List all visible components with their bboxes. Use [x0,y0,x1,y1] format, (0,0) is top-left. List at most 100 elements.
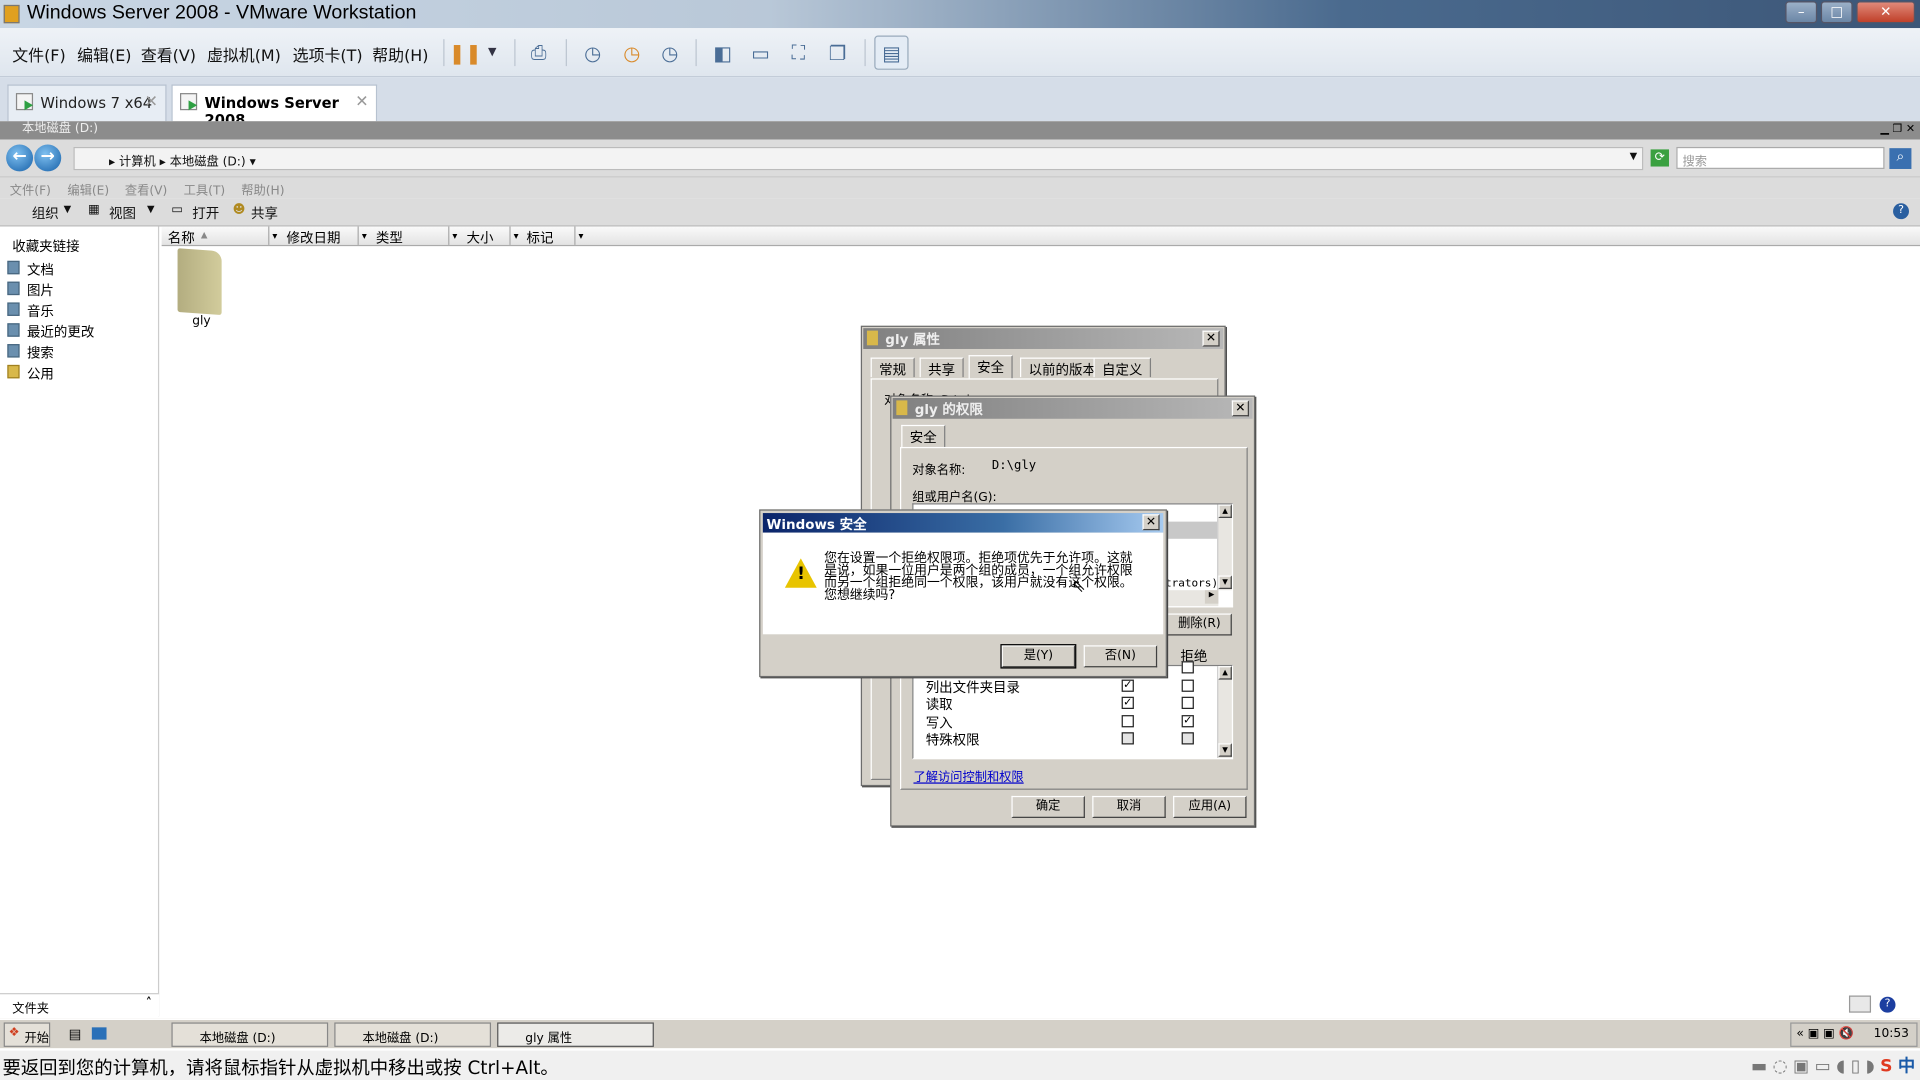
send-ctrl-alt-del-icon[interactable]: ⎙ [524,38,553,67]
menu-tabs[interactable]: 选项卡(T) [293,43,363,66]
system-tray: « ▣ ▣ 🔇 10:53 [1790,1022,1918,1047]
open-button[interactable]: 打开 [192,203,219,223]
allow-checkbox[interactable]: ✓ [1121,696,1134,709]
group-item-administrators[interactable]: strators) [1158,578,1218,590]
deny-checkbox[interactable] [1181,661,1194,674]
dropdown-icon[interactable]: ▼ [478,38,507,67]
snapshot-revert-icon[interactable]: ◷ [617,38,646,67]
address-bar[interactable]: ▸ 计算机 ▸ 本地磁盘 (D:) ▾ ▼ [73,146,1644,171]
col-modified[interactable]: 修改日期 [287,228,341,248]
close-button[interactable]: ✕ [1142,514,1160,531]
deny-checkbox[interactable]: ✓ [1181,714,1194,727]
tab-security[interactable]: 安全 [901,424,946,449]
start-button[interactable]: 开始 ❖ [3,1022,51,1047]
taskbar-button-gly-properties[interactable]: gly 属性 [497,1022,654,1047]
snapshot-manager-icon[interactable]: ◷ [655,38,684,67]
menu-file[interactable]: 文件(F) [12,43,65,66]
menu-view[interactable]: 查看(V) [141,43,196,66]
close-tab-icon[interactable]: ✕ [145,93,158,111]
view-sidebar-icon[interactable]: ◧ [708,38,737,67]
sidebar-item-music[interactable]: 音乐 [7,301,54,321]
help-icon[interactable]: ? [1879,996,1896,1013]
tab-security[interactable]: 安全 [968,355,1013,379]
tab-label: Windows 7 x64 [40,94,153,112]
folder-label[interactable]: gly [192,315,210,328]
deny-checkbox[interactable] [1181,732,1194,745]
close-button[interactable]: ✕ [1231,400,1249,417]
back-button[interactable]: ← [6,144,34,172]
pause-icon[interactable]: ❚❚ [449,38,482,67]
menu-help[interactable]: 帮助(H) [372,43,428,66]
view-console-icon[interactable]: ▭ [746,38,775,67]
vmware-window: Windows Server 2008 - VMware Workstation… [0,0,1920,1080]
horizontal-scrollbar[interactable]: ▶ [1164,590,1219,607]
explorer-window-controls[interactable]: ▁ ❐ ✕ [1880,121,1915,138]
col-name[interactable]: 名称 [168,228,195,248]
col-type[interactable]: 类型 [376,228,403,248]
gmenu-edit[interactable]: 编辑(E) [67,180,109,198]
breadcrumb-computer[interactable]: 计算机 [119,156,156,169]
tab-windows-7[interactable]: Windows 7 x64 ✕ [7,84,167,122]
cancel-button[interactable]: 取消 [1092,795,1166,818]
ok-button[interactable]: 确定 [1011,795,1085,818]
snapshot-take-icon[interactable]: ◷ [578,38,607,67]
deny-checkbox[interactable] [1181,678,1194,692]
refresh-icon[interactable]: ⟳ [1650,149,1669,167]
learn-access-control-link[interactable]: 了解访问控制和权限 [913,767,1023,784]
close-button[interactable]: ✕ [1856,1,1916,24]
sidebar-item-pictures[interactable]: 图片 [7,280,54,300]
sidebar-item-public[interactable]: 公用 [7,364,54,384]
gmenu-view[interactable]: 查看(V) [125,180,167,198]
allow-checkbox[interactable]: ✓ [1121,678,1134,692]
thumbnail-icon[interactable]: ▤ [874,35,909,70]
folders-pane-toggle[interactable]: 文件夹 ˄ [0,993,160,1017]
tab-windows-server-2008[interactable]: Windows Server 2008 ✕ [171,84,378,129]
help-icon[interactable]: ? [1893,203,1909,220]
menu-edit[interactable]: 编辑(E) [77,43,131,66]
server-manager-icon[interactable]: ▤ [69,1026,82,1042]
permission-row: 写入 [925,714,953,731]
device-icons[interactable]: ▬ ◌ ▣ ▭ ◖ ▯ ◗ S 中 [1751,1053,1915,1077]
close-button[interactable]: ✕ [1202,330,1220,347]
sidebar-item-documents[interactable]: 文档 [7,260,54,280]
tab-sharing[interactable]: 共享 [919,357,964,378]
col-size[interactable]: 大小 [467,228,494,248]
tab-previous-versions[interactable]: 以前的版本 [1020,357,1105,378]
minimize-button[interactable]: – [1785,1,1818,24]
breadcrumb-drive[interactable]: 本地磁盘 (D:) [170,156,246,169]
fullscreen-icon[interactable]: ⛶ [784,38,813,67]
close-tab-icon[interactable]: ✕ [355,93,368,111]
remove-button[interactable]: 删除(R) [1166,613,1232,636]
allow-checkbox[interactable] [1121,714,1134,727]
show-desktop-icon[interactable] [91,1027,107,1040]
deny-checkbox[interactable] [1181,696,1194,709]
taskbar-button-drive-1[interactable]: 本地磁盘 (D:) [171,1022,329,1047]
folder-icon[interactable] [177,248,222,316]
yes-button[interactable]: 是(Y) [1000,644,1077,669]
permissions-scrollbar[interactable]: ▲ ▼ [1217,666,1232,758]
organize-button[interactable]: 组织 [32,203,59,223]
col-tags[interactable]: 标记 [527,228,554,248]
sidebar-item-search[interactable]: 搜索 [7,343,54,363]
taskbar-button-drive-2[interactable]: 本地磁盘 (D:) [334,1022,492,1047]
keyboard-icon[interactable] [1848,995,1872,1013]
gmenu-file[interactable]: 文件(F) [10,180,51,198]
views-button[interactable]: 视图 [109,203,136,223]
no-button[interactable]: 否(N) [1083,645,1158,668]
menu-vm[interactable]: 虚拟机(M) [207,43,281,66]
search-icon[interactable]: ⌕ [1889,148,1912,169]
sidebar-item-recent[interactable]: 最近的更改 [7,322,94,342]
gmenu-tools[interactable]: 工具(T) [184,180,226,198]
favorite-links: 收藏夹链接 文档 图片 音乐 最近的更改 搜索 公用 [0,226,160,1017]
gmenu-help[interactable]: 帮助(H) [241,180,284,198]
search-input[interactable]: 搜索 [1676,146,1885,169]
tab-customize[interactable]: 自定义 [1093,357,1152,378]
share-button[interactable]: 共享 [251,203,278,223]
forward-button[interactable]: → [34,144,62,172]
maximize-button[interactable]: □ [1820,1,1853,24]
apply-button[interactable]: 应用(A) [1173,795,1247,818]
group-list-scrollbar[interactable]: ▲ ▼ [1217,504,1232,591]
allow-checkbox[interactable] [1121,732,1134,745]
unity-icon[interactable]: ❐ [823,38,852,67]
tab-general[interactable]: 常规 [870,357,915,378]
